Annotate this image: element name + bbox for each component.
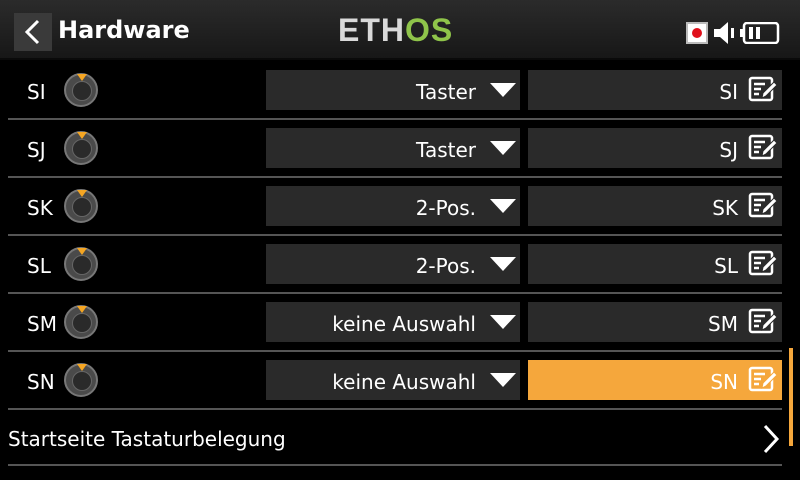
switch-type-value: 2-Pos. [415,254,476,278]
ethos-logo: ETHOS [338,12,453,49]
switch-name-value: SM [708,312,738,336]
switch-name-value: SK [712,196,738,220]
switch-type-select[interactable]: Taster [266,128,520,168]
back-button[interactable] [14,13,52,51]
dropdown-arrow-icon [490,257,516,271]
switch-label: SK [27,196,53,220]
switch-type-select[interactable]: 2-Pos. [266,244,520,284]
edit-icon [748,134,778,160]
switch-type-value: 2-Pos. [415,196,476,220]
switch-label: SI [27,80,46,104]
switch-name-field[interactable]: SI [528,70,782,110]
switch-name-field[interactable]: SL [528,244,782,284]
switch-row-si: SI Taster SI [0,62,788,120]
edit-icon [748,192,778,218]
switch-type-value: keine Auswahl [332,312,476,336]
switch-knob-icon [64,247,98,281]
nav-startseite-tastaturbelegung[interactable]: Startseite Tastaturbelegung [0,410,788,466]
switch-label: SN [27,370,55,394]
header-bar: Hardware ETHOS [0,0,800,60]
switch-type-value: Taster [416,80,476,104]
switch-type-value: keine Auswahl [332,370,476,394]
switch-name-field[interactable]: SM [528,302,782,342]
switch-knob-icon [64,305,98,339]
switch-type-select[interactable]: 2-Pos. [266,186,520,226]
switch-name-field[interactable]: SN [528,360,782,400]
switch-label: SJ [27,138,46,162]
switch-row-sm: SM keine Auswahl SM [0,294,788,352]
record-icon [686,22,708,44]
switch-label: SL [27,254,51,278]
switch-row-sn: SN keine Auswahl SN [0,352,788,410]
switch-knob-icon [64,131,98,165]
switch-row-sl: SL 2-Pos. SL [0,236,788,294]
hardware-screen: Hardware ETHOS SI Taster SI SJ Taster SJ… [0,0,800,480]
switch-type-select[interactable]: keine Auswahl [266,360,520,400]
page-title: Hardware [58,16,190,44]
scrollbar[interactable] [789,348,793,446]
edit-icon [748,250,778,276]
battery-icon [740,22,780,44]
switch-knob-icon [64,363,98,397]
switch-type-select[interactable]: keine Auswahl [266,302,520,342]
logo-eth: ETH [338,12,405,48]
switch-type-select[interactable]: Taster [266,70,520,110]
dropdown-arrow-icon [490,315,516,329]
switch-name-value: SL [714,254,738,278]
edit-icon [748,76,778,102]
chevron-right-icon [763,424,780,454]
switch-name-field[interactable]: SJ [528,128,782,168]
dropdown-arrow-icon [490,141,516,155]
switch-row-sk: SK 2-Pos. SK [0,178,788,236]
edit-icon [748,308,778,334]
switch-name-value: SN [710,370,738,394]
switch-type-value: Taster [416,138,476,162]
row-divider [8,464,782,466]
switch-knob-icon [64,189,98,223]
switch-knob-icon [64,73,98,107]
logo-os: OS [405,12,454,48]
dropdown-arrow-icon [490,199,516,213]
switch-name-value: SJ [719,138,738,162]
switch-row-sj: SJ Taster SJ [0,120,788,178]
speaker-icon [714,22,734,44]
dropdown-arrow-icon [490,83,516,97]
dropdown-arrow-icon [490,373,516,387]
switch-name-value: SI [719,80,738,104]
nav-label: Startseite Tastaturbelegung [8,427,286,451]
switch-name-field[interactable]: SK [528,186,782,226]
back-arrow-icon [24,19,40,45]
edit-icon [748,366,778,392]
switch-label: SM [27,312,57,336]
